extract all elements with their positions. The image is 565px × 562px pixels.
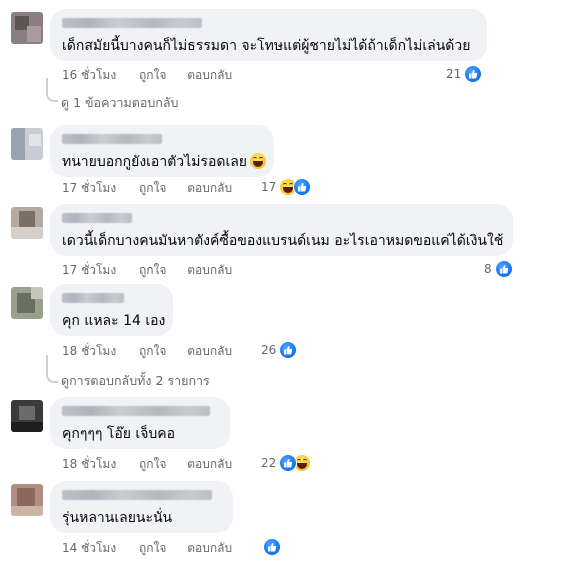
comment-timestamp[interactable]: 17 ชั่วโมง xyxy=(62,261,116,279)
reaction-count: 26 xyxy=(261,343,277,357)
reaction-count: 22 xyxy=(261,456,277,470)
view-replies-link[interactable]: ดูการตอบกลับทั้ง 2 รายการ xyxy=(61,373,210,389)
like-link[interactable]: ถูกใจ xyxy=(139,66,166,84)
avatar[interactable] xyxy=(11,12,43,44)
like-link[interactable]: ถูกใจ xyxy=(139,342,166,360)
comment-bubble: รุ่นหลานเลยนะนั่น xyxy=(50,481,233,533)
avatar[interactable] xyxy=(11,484,43,516)
author-name[interactable] xyxy=(62,490,212,500)
like-link[interactable]: ถูกใจ xyxy=(139,539,166,557)
comment-actions: 14 ชั่วโมง ถูกใจ ตอบกลับ xyxy=(62,539,249,557)
comment-bubble: คุก แหละ 14 เอง xyxy=(50,284,173,336)
like-icon xyxy=(279,341,298,359)
avatar[interactable] xyxy=(11,287,43,319)
comment-actions: 17 ชั่วโมง ถูกใจ ตอบกลับ xyxy=(62,261,249,279)
comment-actions: 16 ชั่วโมง ถูกใจ ตอบกลับ xyxy=(62,66,249,84)
reaction-summary[interactable]: 22 xyxy=(261,454,312,472)
comment-timestamp[interactable]: 18 ชั่วโมง xyxy=(62,455,116,473)
like-icon xyxy=(494,260,513,278)
like-icon xyxy=(464,65,483,83)
comment-timestamp[interactable]: 16 ชั่วโมง xyxy=(62,66,116,84)
like-link[interactable]: ถูกใจ xyxy=(139,261,166,279)
comment-bubble: เด็กสมัยนี้บางคนก็ไม่ธรรมดา จะโทษแต่ผู้ช… xyxy=(50,9,487,61)
haha-emoji-icon xyxy=(250,153,267,169)
comment-text: เด็กสมัยนี้บางคนก็ไม่ธรรมดา จะโทษแต่ผู้ช… xyxy=(62,38,471,54)
reply-link[interactable]: ตอบกลับ xyxy=(187,66,232,84)
reply-link[interactable]: ตอบกลับ xyxy=(187,455,232,473)
like-icon xyxy=(293,178,312,196)
comment-text: รุ่นหลานเลยนะนั่น xyxy=(62,510,173,526)
thread-connector xyxy=(46,355,58,383)
avatar[interactable] xyxy=(11,128,43,160)
reply-link[interactable]: ตอบกลับ xyxy=(187,539,232,557)
avatar[interactable] xyxy=(11,400,43,432)
like-link[interactable]: ถูกใจ xyxy=(139,455,166,473)
comment-bubble: คุกๆๆๆ โอ๊ย เจ็บคอ xyxy=(50,397,230,449)
reply-link[interactable]: ตอบกลับ xyxy=(187,179,232,197)
reaction-count: 8 xyxy=(484,262,492,276)
comment-actions: 17 ชั่วโมง ถูกใจ ตอบกลับ xyxy=(62,179,249,197)
reaction-count: 21 xyxy=(446,67,462,81)
comment-text: เดวนี้เด็กบางคนมันหาตังค์ซื้อของแบรนด์เน… xyxy=(62,233,504,249)
reply-link[interactable]: ตอบกลับ xyxy=(187,261,232,279)
comment-text: คุกๆๆๆ โอ๊ย เจ็บคอ xyxy=(62,426,176,442)
author-name[interactable] xyxy=(62,18,202,28)
comment-bubble: ทนายบอกกูยังเอาตัวไม่รอดเลย xyxy=(50,125,274,177)
author-name[interactable] xyxy=(62,406,210,416)
reaction-summary[interactable]: 17 xyxy=(261,178,312,196)
reaction-summary[interactable]: 26 xyxy=(261,341,298,359)
comment-timestamp[interactable]: 17 ชั่วโมง xyxy=(62,179,116,197)
reaction-summary[interactable] xyxy=(260,538,281,556)
comment-timestamp[interactable]: 14 ชั่วโมง xyxy=(62,539,116,557)
reply-link[interactable]: ตอบกลับ xyxy=(187,342,232,360)
like-icon xyxy=(263,538,281,556)
comment-text: คุก แหละ 14 เอง xyxy=(62,313,166,329)
comment-text-wrap: ทนายบอกกูยังเอาตัวไม่รอดเลย xyxy=(62,153,267,171)
comment-bubble: เดวนี้เด็กบางคนมันหาตังค์ซื้อของแบรนด์เน… xyxy=(50,204,513,256)
like-link[interactable]: ถูกใจ xyxy=(139,179,166,197)
author-name[interactable] xyxy=(62,134,162,144)
comment-actions: 18 ชั่วโมง ถูกใจ ตอบกลับ xyxy=(62,455,249,473)
reaction-summary[interactable]: 21 xyxy=(446,65,483,83)
author-name[interactable] xyxy=(62,213,132,223)
view-replies-link[interactable]: ดู 1 ข้อความตอบกลับ xyxy=(61,95,178,111)
author-name[interactable] xyxy=(62,293,124,303)
reaction-summary[interactable]: 8 xyxy=(484,260,513,278)
comment-text: ทนายบอกกูยังเอาตัวไม่รอดเลย xyxy=(62,154,248,170)
thread-connector xyxy=(46,78,58,102)
reaction-count: 17 xyxy=(261,180,277,194)
comment-actions: 18 ชั่วโมง ถูกใจ ตอบกลับ xyxy=(62,342,249,360)
comment-timestamp[interactable]: 18 ชั่วโมง xyxy=(62,342,116,360)
avatar[interactable] xyxy=(11,207,43,239)
